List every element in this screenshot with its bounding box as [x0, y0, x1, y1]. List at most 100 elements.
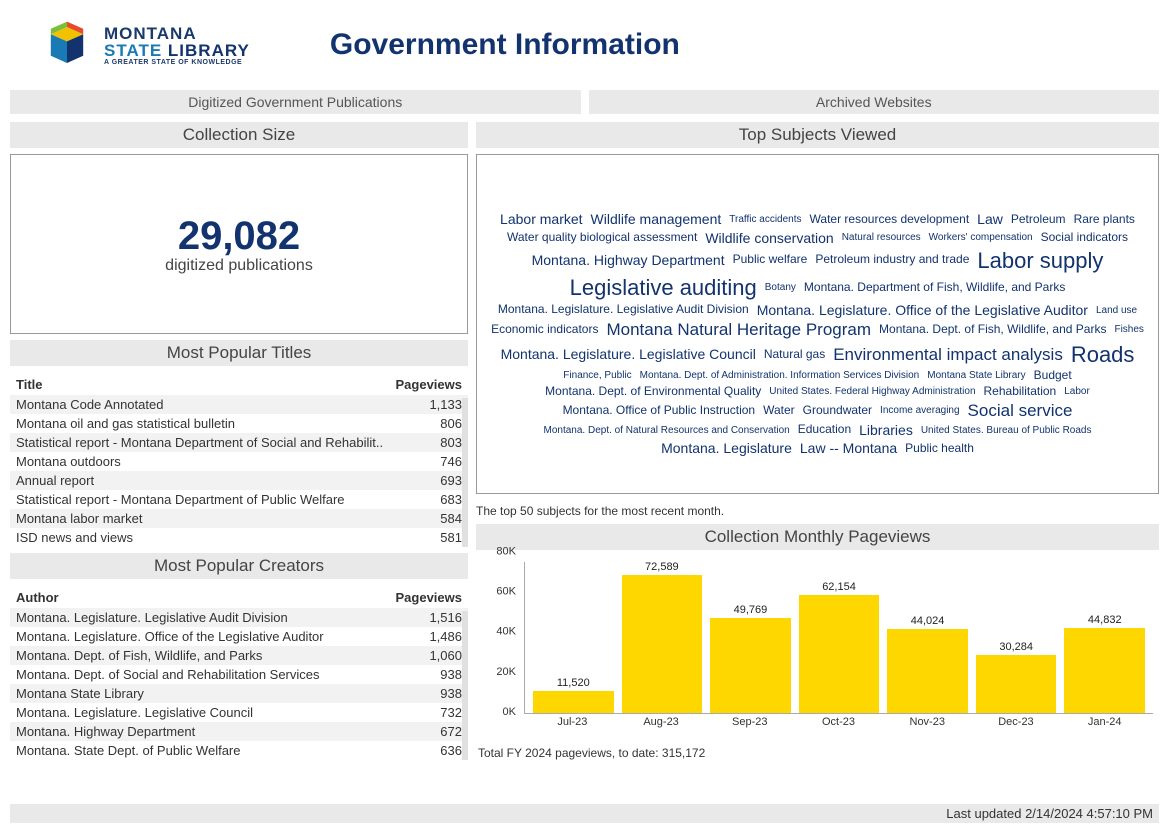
- bar[interactable]: 44,024: [887, 615, 968, 713]
- x-tick: Oct-23: [798, 716, 879, 728]
- scrollbar[interactable]: [462, 611, 468, 760]
- title-cell: Statistical report - Montana Department …: [16, 492, 392, 507]
- wordcloud-term[interactable]: Finance, Public: [563, 370, 631, 382]
- table-row[interactable]: Montana outdoors746: [10, 452, 468, 471]
- bar-value-label: 30,284: [999, 641, 1033, 653]
- wordcloud-term[interactable]: Montana. Legislature. Office of the Legi…: [757, 302, 1088, 318]
- wordcloud-term[interactable]: Law: [977, 211, 1003, 227]
- wordcloud-term[interactable]: Montana. Legislature: [661, 440, 792, 456]
- wordcloud-term[interactable]: Petroleum: [1011, 213, 1066, 227]
- tabs: Digitized Government Publications Archiv…: [0, 90, 1169, 114]
- wordcloud-term[interactable]: Groundwater: [803, 404, 872, 418]
- wordcloud-term[interactable]: Water quality biological assessment: [507, 231, 697, 245]
- wordcloud-term[interactable]: Natural gas: [764, 348, 825, 362]
- wordcloud-term[interactable]: Montana Natural Heritage Program: [606, 320, 871, 340]
- wordcloud-term[interactable]: Fishes: [1114, 324, 1143, 336]
- wordcloud-term[interactable]: Petroleum industry and trade: [815, 253, 969, 267]
- footer-timestamp: Last updated 2/14/2024 4:57:10 PM: [10, 804, 1159, 823]
- wordcloud-term[interactable]: Workers' compensation: [929, 232, 1033, 244]
- wordcloud-term[interactable]: Environmental impact analysis: [833, 345, 1063, 365]
- wordcloud-term[interactable]: Montana. Dept. of Administration. Inform…: [640, 370, 920, 382]
- wordcloud-term[interactable]: Law -- Montana: [800, 440, 897, 456]
- wordcloud-term[interactable]: Montana. Highway Department: [532, 252, 725, 268]
- author-cell: Montana. Legislature. Office of the Legi…: [16, 629, 392, 644]
- title-cell: Montana labor market: [16, 511, 392, 526]
- table-row[interactable]: ISD news and views581: [10, 528, 468, 547]
- wordcloud-term[interactable]: Labor supply: [977, 248, 1103, 273]
- table-row[interactable]: Montana. Legislature. Legislative Counci…: [10, 703, 468, 722]
- wordcloud-term[interactable]: Botany: [765, 282, 796, 294]
- wordcloud-term[interactable]: Montana. Office of Public Instruction: [563, 404, 756, 418]
- table-row[interactable]: Montana. State Dept. of Public Welfare63…: [10, 741, 468, 760]
- wordcloud-term[interactable]: Natural resources: [842, 232, 921, 244]
- wordcloud-term[interactable]: United States. Federal Highway Administr…: [769, 386, 975, 398]
- table-row[interactable]: Statistical report - Montana Department …: [10, 490, 468, 509]
- wordcloud-term[interactable]: Libraries: [859, 422, 913, 438]
- wordcloud-term[interactable]: Wildlife management: [591, 211, 722, 227]
- pageviews-cell: 1,060: [392, 648, 462, 663]
- wordcloud-term[interactable]: Public health: [905, 442, 974, 456]
- wordcloud-term[interactable]: Montana. Legislature. Legislative Counci…: [501, 346, 756, 362]
- table-row[interactable]: Montana labor market584: [10, 509, 468, 528]
- bar-value-label: 72,589: [645, 561, 679, 573]
- wordcloud-term[interactable]: Labor market: [500, 211, 582, 227]
- pageviews-cell: 1,516: [392, 610, 462, 625]
- bar[interactable]: 72,589: [622, 561, 703, 713]
- wordcloud-term[interactable]: Traffic accidents: [729, 214, 801, 226]
- bar-rect: [533, 691, 614, 713]
- bar[interactable]: 49,769: [710, 604, 791, 713]
- pageviews-cell: 938: [392, 667, 462, 682]
- panel-title-popular-creators: Most Popular Creators: [10, 553, 468, 579]
- wordcloud-term[interactable]: Rehabilitation: [984, 385, 1057, 399]
- table-row[interactable]: Montana State Library938: [10, 684, 468, 703]
- tab-archived-websites[interactable]: Archived Websites: [589, 90, 1160, 114]
- wordcloud-term[interactable]: Montana. Legislature. Legislative Audit …: [498, 303, 749, 317]
- wordcloud-term[interactable]: Public welfare: [733, 253, 808, 267]
- table-row[interactable]: Montana oil and gas statistical bulletin…: [10, 414, 468, 433]
- wordcloud-term[interactable]: Water resources development: [810, 213, 970, 227]
- bar[interactable]: 30,284: [976, 641, 1057, 713]
- bar[interactable]: 11,520: [533, 677, 614, 713]
- page-title: Government Information: [330, 28, 680, 62]
- wordcloud-term[interactable]: Economic indicators: [491, 323, 598, 337]
- wordcloud-term[interactable]: United States. Bureau of Public Roads: [921, 425, 1092, 437]
- bar-value-label: 49,769: [734, 604, 768, 616]
- wordcloud-term[interactable]: Social service: [968, 401, 1073, 421]
- wordcloud-term[interactable]: Montana State Library: [927, 370, 1025, 382]
- table-row[interactable]: Annual report693: [10, 471, 468, 490]
- author-cell: Montana. State Dept. of Public Welfare: [16, 743, 392, 758]
- wordcloud-term[interactable]: Education: [798, 423, 851, 437]
- table-row[interactable]: Montana. Legislature. Office of the Legi…: [10, 627, 468, 646]
- wordcloud-term[interactable]: Income averaging: [880, 405, 960, 417]
- table-row[interactable]: Statistical report - Montana Department …: [10, 433, 468, 452]
- wordcloud-term[interactable]: Montana. Dept. of Natural Resources and …: [544, 425, 790, 437]
- wordcloud-term[interactable]: Legislative auditing: [570, 275, 757, 300]
- bar[interactable]: 44,832: [1064, 614, 1145, 713]
- bar[interactable]: 62,154: [799, 581, 880, 713]
- x-tick: Jan-24: [1064, 716, 1145, 728]
- pageviews-cell: 806: [392, 416, 462, 431]
- wordcloud-term[interactable]: Land use: [1096, 305, 1137, 317]
- table-row[interactable]: Montana. Legislature. Legislative Audit …: [10, 608, 468, 627]
- table-row[interactable]: Montana Code Annotated1,133: [10, 395, 468, 414]
- table-row[interactable]: Montana. Highway Department672: [10, 722, 468, 741]
- wordcloud-term[interactable]: Social indicators: [1041, 231, 1128, 245]
- pageviews-cell: 938: [392, 686, 462, 701]
- scrollbar[interactable]: [462, 398, 468, 547]
- table-row[interactable]: Montana. Dept. of Social and Rehabilitat…: [10, 665, 468, 684]
- pageviews-cell: 693: [392, 473, 462, 488]
- wordcloud-term[interactable]: Labor: [1064, 386, 1090, 398]
- wordcloud-term[interactable]: Wildlife conservation: [705, 230, 833, 246]
- wordcloud-term[interactable]: Montana. Department of Fish, Wildlife, a…: [804, 281, 1065, 295]
- table-row[interactable]: Montana. Dept. of Fish, Wildlife, and Pa…: [10, 646, 468, 665]
- title-cell: Montana outdoors: [16, 454, 392, 469]
- tab-digitized-publications[interactable]: Digitized Government Publications: [10, 90, 581, 114]
- y-tick: 80K: [496, 545, 516, 566]
- bar-value-label: 44,024: [911, 615, 945, 627]
- wordcloud-term[interactable]: Budget: [1034, 369, 1072, 383]
- wordcloud-term[interactable]: Rare plants: [1074, 213, 1135, 227]
- wordcloud-term[interactable]: Montana. Dept. of Fish, Wildlife, and Pa…: [879, 323, 1106, 337]
- wordcloud-term[interactable]: Montana. Dept. of Environmental Quality: [545, 385, 761, 399]
- wordcloud-term[interactable]: Roads: [1071, 342, 1135, 367]
- wordcloud-term[interactable]: Water: [763, 404, 795, 418]
